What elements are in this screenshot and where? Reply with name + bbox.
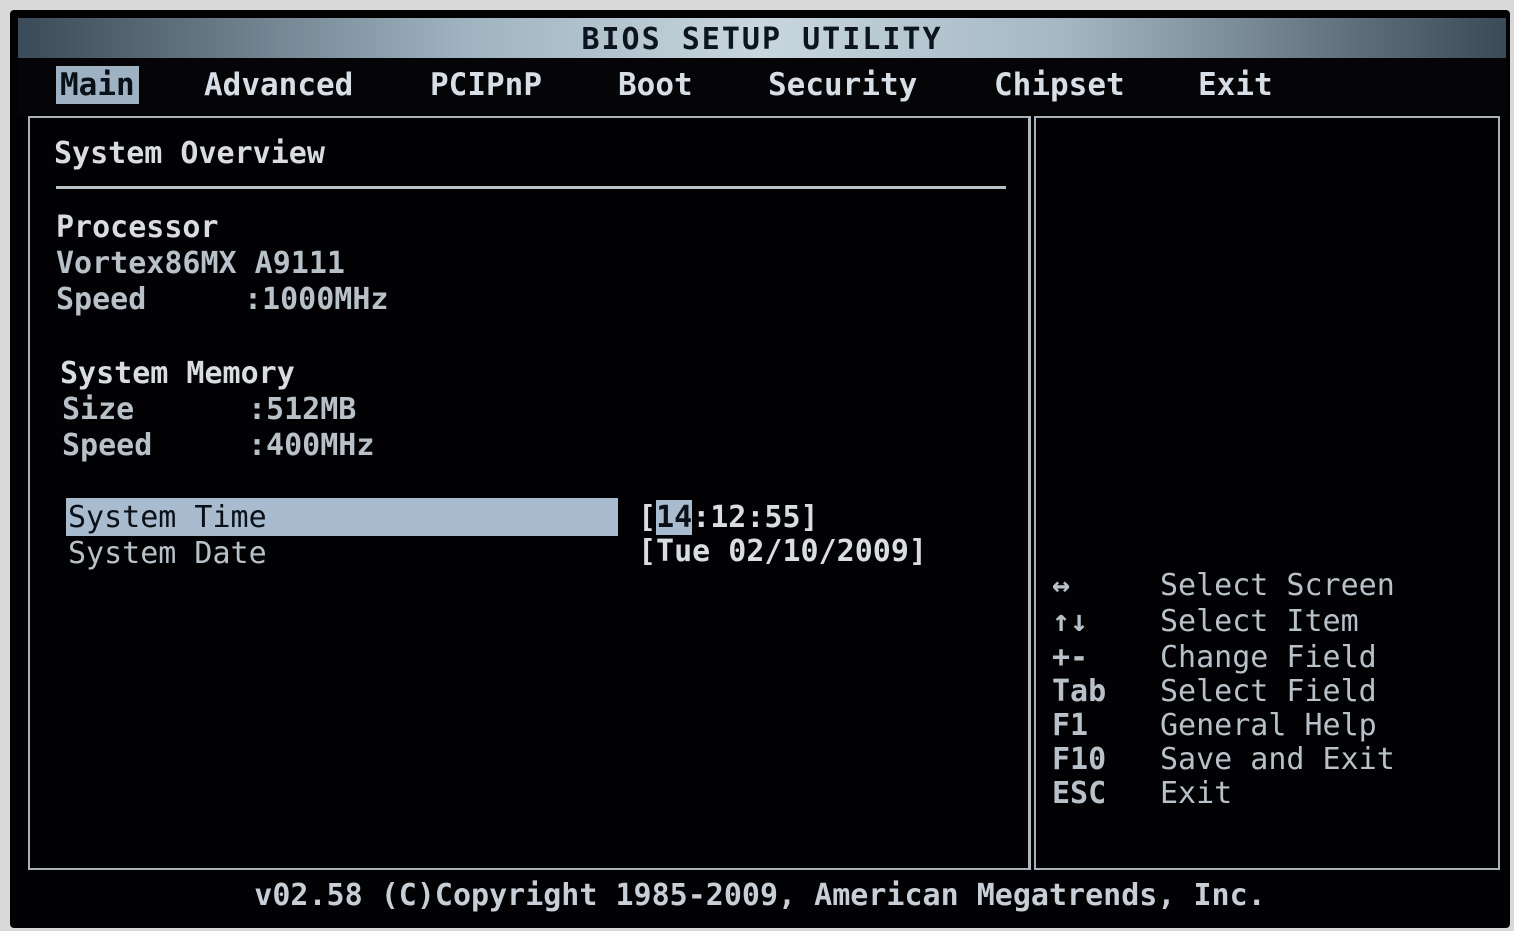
system-time-rest[interactable]: :12:55] <box>692 500 818 535</box>
help-desc-select-field: Select Field <box>1160 674 1377 709</box>
tab-pcipnp[interactable]: PCIPnP <box>426 66 546 104</box>
section-title: System Overview <box>54 136 325 171</box>
system-time-hour[interactable]: 14 <box>656 500 693 535</box>
tab-security[interactable]: Security <box>764 66 921 104</box>
memory-size-label: Size <box>62 392 135 427</box>
help-desc-save-exit: Save and Exit <box>1160 742 1395 777</box>
memory-speed-label: Speed <box>62 428 153 463</box>
bios-title: BIOS SETUP UTILITY <box>581 22 943 57</box>
processor-model: Vortex86MX A9111 <box>56 246 345 281</box>
system-time-open: [ <box>638 500 657 535</box>
tab-advanced[interactable]: Advanced <box>200 66 357 104</box>
system-time-label[interactable]: System Time <box>68 500 267 536</box>
panel-divider <box>1028 116 1031 870</box>
help-desc-select-item: Select Item <box>1160 604 1359 639</box>
processor-heading: Processor <box>56 210 219 245</box>
help-key-f10: F10 <box>1052 742 1107 777</box>
processor-speed-value: :1000MHz <box>244 282 389 317</box>
tab-main[interactable]: Main <box>56 66 139 104</box>
processor-speed-label: Speed <box>56 282 147 317</box>
memory-heading: System Memory <box>60 356 295 391</box>
memory-size-value: :512MB <box>248 392 357 427</box>
memory-speed-value: :400MHz <box>248 428 375 463</box>
system-date-label[interactable]: System Date <box>68 536 267 572</box>
tab-boot[interactable]: Boot <box>614 66 697 104</box>
system-time-field[interactable]: [14:12:55] <box>638 500 819 536</box>
help-key-plus-minus: +- <box>1052 640 1089 675</box>
help-key-arrows-lr: ↔ <box>1052 568 1071 603</box>
copyright-footer: v02.58 (C)Copyright 1985-2009, American … <box>254 878 1266 913</box>
help-desc-select-screen: Select Screen <box>1160 568 1395 603</box>
section-divider <box>56 186 1006 189</box>
help-key-esc: ESC <box>1052 776 1107 811</box>
help-key-f1: F1 <box>1052 708 1089 743</box>
title-bar: BIOS SETUP UTILITY <box>18 18 1506 58</box>
system-date-value[interactable]: [Tue 02/10/2009] <box>638 534 927 570</box>
tab-chipset[interactable]: Chipset <box>990 66 1129 104</box>
help-key-tab: Tab <box>1052 674 1107 709</box>
help-desc-change-field: Change Field <box>1160 640 1377 675</box>
bios-screen: BIOS SETUP UTILITY Main Advanced PCIPnP … <box>10 10 1510 928</box>
help-key-arrows-ud: ↑↓ <box>1052 604 1089 639</box>
help-desc-general-help: General Help <box>1160 708 1377 743</box>
menu-bar: Main Advanced PCIPnP Boot Security Chips… <box>18 58 1506 114</box>
help-desc-exit: Exit <box>1160 776 1233 811</box>
tab-exit[interactable]: Exit <box>1194 66 1277 104</box>
